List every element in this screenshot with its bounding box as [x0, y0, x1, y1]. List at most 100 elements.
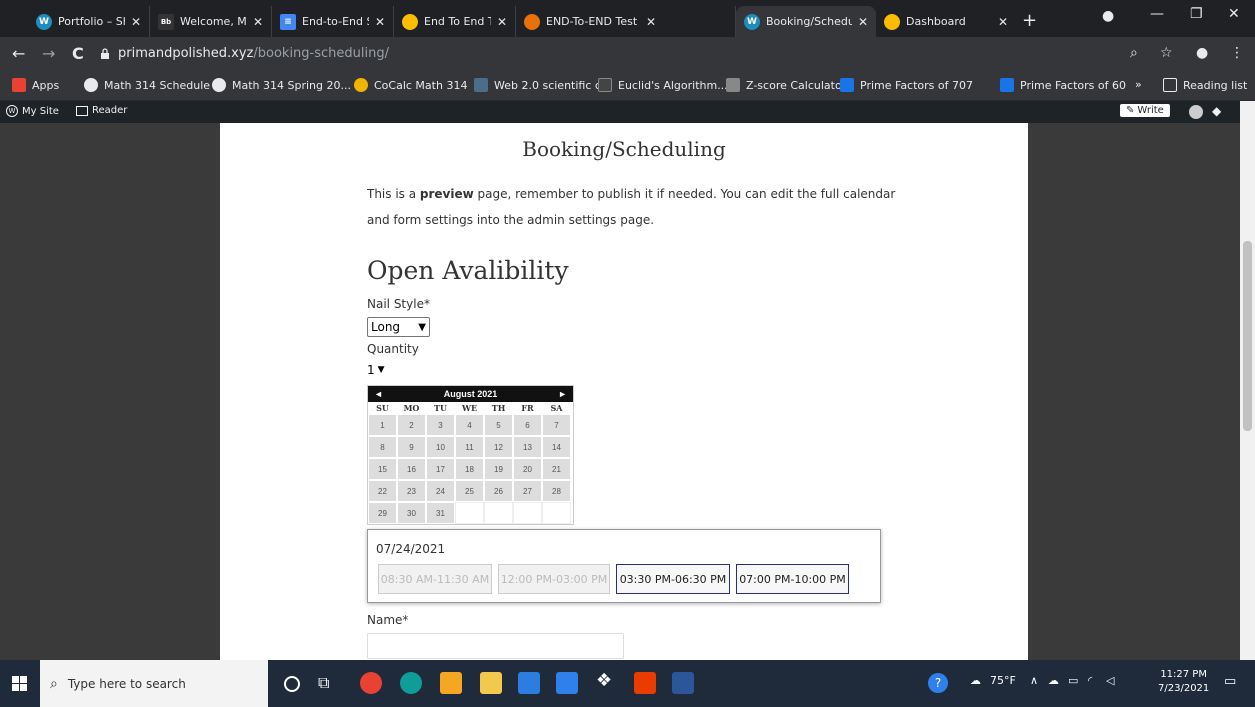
time-slot[interactable]: 12:00 PM-03:00 PM: [498, 564, 610, 594]
tab-end-to-end-system[interactable]: ≡ End-to-End Syste ✕: [272, 6, 394, 37]
tab-search-icon[interactable]: ●: [1102, 8, 1114, 24]
taskbar-search[interactable]: ⌕ Type here to search: [40, 660, 268, 707]
more-bookmarks-button[interactable]: »: [1135, 78, 1142, 91]
menu-icon[interactable]: ⋮: [1230, 45, 1244, 61]
calendar-day[interactable]: 13: [513, 436, 542, 458]
page-scrollbar[interactable]: [1240, 101, 1255, 660]
calendar-day[interactable]: 3: [426, 414, 455, 436]
calendar-day[interactable]: 22: [368, 480, 397, 502]
tab-portfolio[interactable]: W Portfolio – Shawb ✕: [28, 6, 150, 37]
close-icon[interactable]: ✕: [858, 15, 868, 29]
bookmark-web2-calc[interactable]: Web 2.0 scientific c...: [474, 78, 611, 92]
weather-temp[interactable]: 75°F: [990, 674, 1016, 687]
word-icon[interactable]: [672, 672, 694, 694]
new-tab-button[interactable]: +: [1022, 10, 1037, 31]
scrollbar-thumb[interactable]: [1243, 241, 1252, 431]
bookmark-zscore[interactable]: Z-score Calculator: [726, 78, 846, 92]
bookmark-cocalc[interactable]: CoCalc Math 314: [354, 78, 467, 92]
calendar-day[interactable]: 23: [397, 480, 426, 502]
notifications-center-icon[interactable]: ▭: [1224, 674, 1236, 689]
calendar-day[interactable]: 1: [368, 414, 397, 436]
calendar-day[interactable]: 12: [484, 436, 513, 458]
close-icon[interactable]: ✕: [375, 15, 385, 29]
calendar-day[interactable]: 29: [368, 502, 397, 524]
calendar-day[interactable]: 8: [368, 436, 397, 458]
bookmark-prime-707[interactable]: Prime Factors of 707: [840, 78, 973, 92]
calendar-day[interactable]: 10: [426, 436, 455, 458]
reload-icon[interactable]: C: [72, 44, 84, 63]
chrome-icon[interactable]: [360, 672, 382, 694]
task-view-icon[interactable]: ⧉: [318, 673, 340, 695]
maximize-button[interactable]: ❐: [1190, 6, 1203, 22]
tray-overflow-icon[interactable]: ∧: [1030, 674, 1038, 687]
wifi-icon[interactable]: ◜: [1088, 674, 1092, 687]
calendar-day[interactable]: 15: [368, 458, 397, 480]
quantity-select[interactable]: 1 ▼: [367, 361, 395, 379]
reading-list-button[interactable]: Reading list: [1163, 78, 1247, 92]
name-field[interactable]: [367, 633, 624, 659]
next-month-button[interactable]: ►: [558, 389, 567, 399]
calendar-day[interactable]: 2: [397, 414, 426, 436]
bookmark-prime-60[interactable]: Prime Factors of 60: [1000, 78, 1126, 92]
close-icon[interactable]: ✕: [998, 15, 1008, 29]
calendar-day[interactable]: 19: [484, 458, 513, 480]
prev-month-button[interactable]: ◄: [374, 389, 383, 399]
calendar-day[interactable]: 20: [513, 458, 542, 480]
calendar-day[interactable]: 9: [397, 436, 426, 458]
write-button[interactable]: ✎ Write: [1120, 104, 1170, 117]
edge-icon[interactable]: [400, 672, 422, 694]
calendar-day[interactable]: 7: [542, 414, 571, 436]
calendar-day[interactable]: 30: [397, 502, 426, 524]
calendar-day[interactable]: 31: [426, 502, 455, 524]
weather-icon[interactable]: ☁: [970, 674, 981, 687]
close-window-button[interactable]: ✕: [1228, 6, 1240, 22]
close-icon[interactable]: ✕: [497, 15, 507, 29]
file-explorer-icon[interactable]: [480, 672, 502, 694]
bookmark-euclid[interactable]: Euclid's Algorithm...: [598, 78, 728, 92]
avatar[interactable]: [1189, 105, 1203, 119]
time-slot[interactable]: 08:30 AM-11:30 AM: [378, 564, 492, 594]
bookmark-math-314-schedule[interactable]: Math 314 Schedule: [84, 78, 210, 92]
time-slot[interactable]: 07:00 PM-10:00 PM: [736, 564, 849, 594]
calendar-day[interactable]: 17: [426, 458, 455, 480]
nail-style-select[interactable]: Long ▼: [367, 317, 430, 337]
cortana-icon[interactable]: [284, 676, 300, 692]
calendar-day[interactable]: 16: [397, 458, 426, 480]
office-icon[interactable]: [634, 672, 656, 694]
dropbox-icon[interactable]: ❖: [596, 670, 618, 692]
back-icon[interactable]: ←: [12, 44, 25, 63]
tab-dashboard[interactable]: Dashboard ✕: [876, 6, 1016, 37]
bookmark-math-314-spring[interactable]: Math 314 Spring 20...: [212, 78, 351, 92]
tab-welcome[interactable]: Bb Welcome, Marcus ✕: [150, 6, 272, 37]
time-slot[interactable]: 03:30 PM-06:30 PM: [616, 564, 730, 594]
close-icon[interactable]: ✕: [253, 15, 263, 29]
onedrive-icon[interactable]: ☁: [1048, 674, 1059, 687]
zoom-icon[interactable]: ⌕: [1130, 45, 1138, 61]
tab-booking-scheduling[interactable]: W Booking/Schedul ✕: [736, 6, 876, 37]
tab-end-to-end-testing[interactable]: End To End Testin ✕: [394, 6, 516, 37]
volume-icon[interactable]: ◁: [1106, 674, 1114, 687]
address-bar[interactable]: primandpolished.xyz/booking-scheduling/: [118, 46, 389, 61]
calendar-day[interactable]: 26: [484, 480, 513, 502]
windows-start-icon[interactable]: [12, 676, 27, 691]
calendar-day[interactable]: 18: [455, 458, 484, 480]
system-clock[interactable]: 11:27 PM 7/23/2021: [1158, 668, 1209, 696]
app-icon[interactable]: [440, 672, 462, 694]
close-icon[interactable]: ✕: [131, 15, 141, 29]
notifications-icon[interactable]: ◆: [1212, 104, 1221, 118]
battery-icon[interactable]: ▭: [1068, 674, 1078, 687]
calendar-day[interactable]: 5: [484, 414, 513, 436]
calendar-day[interactable]: 25: [455, 480, 484, 502]
star-icon[interactable]: ☆: [1160, 45, 1173, 61]
store-icon[interactable]: [518, 672, 540, 694]
minimize-button[interactable]: —: [1150, 6, 1164, 22]
calendar-day[interactable]: 4: [455, 414, 484, 436]
reader-link[interactable]: Reader: [76, 105, 127, 116]
my-site-link[interactable]: W My Site: [6, 105, 59, 117]
calendar-day[interactable]: 27: [513, 480, 542, 502]
profile-icon[interactable]: ●: [1196, 45, 1208, 61]
close-icon[interactable]: ✕: [646, 15, 656, 29]
calendar-day[interactable]: 28: [542, 480, 571, 502]
forward-icon[interactable]: →: [42, 44, 55, 63]
mail-icon[interactable]: [556, 672, 578, 694]
